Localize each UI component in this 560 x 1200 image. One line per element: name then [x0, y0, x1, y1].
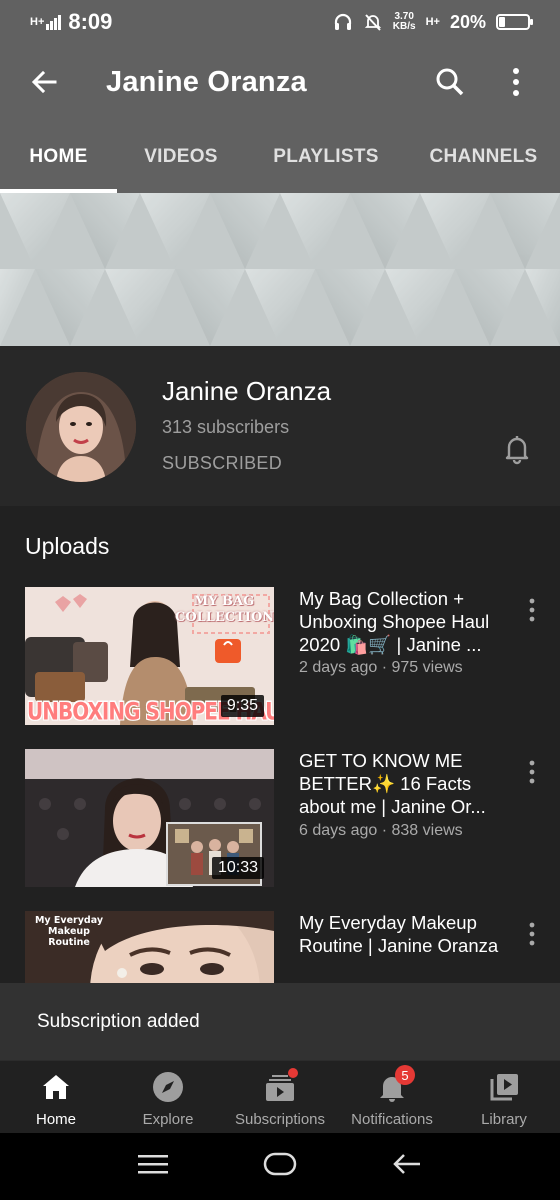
nav-notifications[interactable]: 5 Notifications	[336, 1061, 448, 1134]
status-bar: H+ 8:09 3.70 KB/s H+ 20%	[0, 0, 560, 44]
subscriber-count: 313 subscribers	[162, 417, 290, 437]
thumbnail-top-text: My Everyday Makeup Routine	[34, 915, 104, 948]
mute-bell-icon	[364, 14, 381, 31]
more-options-button[interactable]	[494, 60, 538, 104]
video-duration: 9:35	[220, 695, 264, 717]
channel-header: Janine Oranza 313 subscribers SUBSCRIBED	[0, 346, 560, 506]
subscribed-button[interactable]: SUBSCRIBED	[162, 453, 282, 474]
home-icon	[43, 1075, 69, 1099]
bell-icon	[505, 436, 529, 465]
video-title[interactable]: My Bag Collection + Unboxing Shopee Haul…	[299, 587, 509, 656]
more-vertical-icon	[529, 760, 535, 784]
more-vertical-icon	[513, 68, 519, 96]
nav-explore[interactable]: Explore	[112, 1061, 224, 1134]
tab-home[interactable]: HOME	[0, 120, 117, 193]
video-thumbnail[interactable]: 10:33	[25, 749, 274, 887]
channel-avatar[interactable]	[26, 372, 136, 482]
back-system-button[interactable]	[392, 1152, 422, 1181]
network-speed: 3.70 KB/s	[392, 11, 416, 32]
more-vertical-icon	[529, 598, 535, 622]
nav-library[interactable]: Library	[448, 1061, 560, 1134]
back-arrow-icon	[393, 1154, 421, 1174]
nav-label: Explore	[142, 1111, 194, 1128]
new-content-dot	[288, 1068, 298, 1078]
video-duration: 10:33	[211, 857, 264, 879]
home-pill-icon	[263, 1152, 297, 1176]
video-more-button[interactable]	[520, 595, 544, 625]
video-thumbnail[interactable]: MY BAG COLLECTION UNBOXING SHOPEE HAUL 9…	[25, 587, 274, 725]
video-meta: 6 days ago · 838 views	[299, 822, 463, 839]
video-title[interactable]: GET TO KNOW ME BETTER✨ 16 Facts about me…	[299, 749, 509, 818]
video-more-button[interactable]	[520, 757, 544, 787]
search-button[interactable]	[428, 60, 472, 104]
tab-videos[interactable]: VIDEOS	[117, 120, 245, 193]
system-navigation-bar	[0, 1133, 560, 1200]
video-item[interactable]: 10:33 GET TO KNOW ME BETTER✨ 16 Facts ab…	[0, 749, 560, 889]
battery-percent: 20%	[449, 11, 486, 32]
notification-badge: 5	[395, 1065, 415, 1085]
banner-pattern	[0, 193, 560, 346]
nav-label: Home	[35, 1111, 76, 1128]
uploads-heading: Uploads	[25, 533, 110, 559]
bottom-navigation: Home Explore Subscriptions 5 Notificatio…	[0, 1060, 560, 1133]
home-system-button[interactable]	[263, 1152, 297, 1181]
channel-name: Janine Oranza	[162, 376, 332, 406]
video-item[interactable]: MY BAG COLLECTION UNBOXING SHOPEE HAUL 9…	[0, 587, 560, 727]
back-button[interactable]	[22, 60, 66, 104]
network-indicator-2: H+	[425, 16, 440, 28]
battery-icon	[496, 14, 533, 30]
back-arrow-icon	[31, 70, 57, 94]
avatar-image	[26, 372, 136, 482]
headphones-icon	[334, 13, 351, 30]
page-title: Janine Oranza	[106, 65, 307, 98]
snackbar: Subscription added	[0, 983, 560, 1060]
snackbar-message: Subscription added	[37, 1010, 200, 1032]
nav-label: Library	[481, 1111, 527, 1128]
tab-channels[interactable]: CHANNELS	[407, 120, 560, 193]
notification-bell-button[interactable]	[500, 432, 534, 466]
thumbnail-top-text: MY BAG COLLECTION	[175, 594, 274, 625]
video-meta: 2 days ago · 975 views	[299, 659, 463, 676]
nav-home[interactable]: Home	[0, 1061, 112, 1134]
library-icon	[490, 1074, 518, 1101]
menu-button[interactable]	[137, 1153, 168, 1180]
clock: 8:09	[68, 9, 113, 34]
app-bar: Janine Oranza	[0, 44, 560, 120]
tab-playlists[interactable]: PLAYLISTS	[245, 120, 407, 193]
battery-fill	[499, 17, 505, 27]
video-more-button[interactable]	[520, 919, 544, 949]
search-icon	[436, 68, 464, 96]
signal-icon	[46, 15, 62, 30]
channel-banner	[0, 193, 560, 346]
nav-label: Notifications	[351, 1111, 433, 1128]
network-indicator: H+	[30, 16, 45, 28]
more-vertical-icon	[529, 922, 535, 946]
channel-tabs: HOME VIDEOS PLAYLISTS CHANNELS	[0, 120, 560, 193]
nav-subscriptions[interactable]: Subscriptions	[224, 1061, 336, 1134]
video-title[interactable]: My Everyday Makeup Routine | Janine Oran…	[299, 911, 509, 957]
compass-icon	[153, 1072, 183, 1102]
nav-label: Subscriptions	[234, 1111, 326, 1128]
menu-icon	[137, 1155, 168, 1174]
